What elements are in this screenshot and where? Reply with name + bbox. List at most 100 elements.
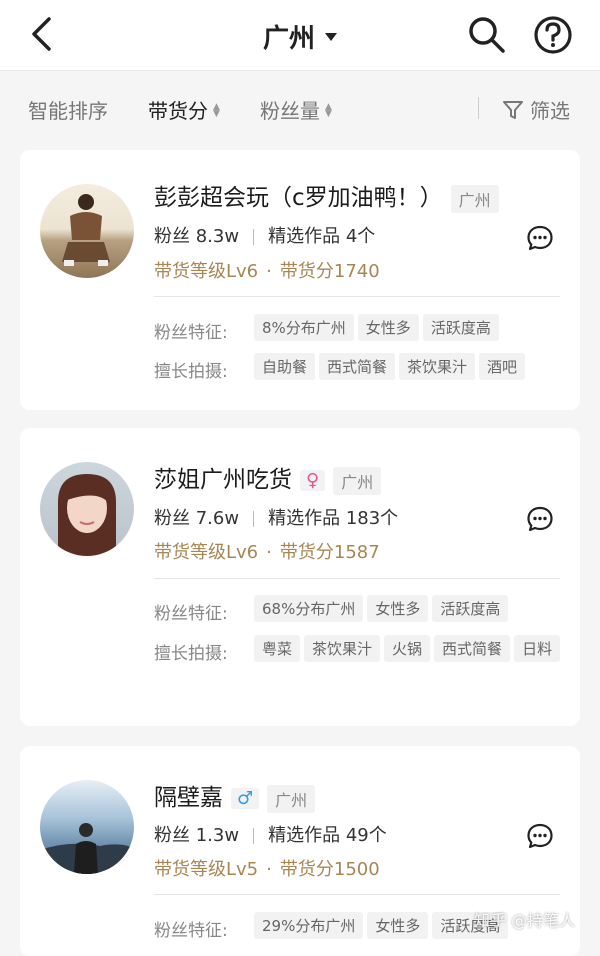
influencer-name: 莎姐广州吃货 [154,467,292,493]
fans-label: 粉丝 [154,825,190,846]
divider [154,578,560,579]
watermark: 知乎 @持笔人 [474,911,576,930]
sales-level-row: 带货等级Lv5 · 带货分1500 [154,855,380,881]
avatar[interactable] [40,780,134,874]
skill-tags: 粤菜 茶饮果汁 火锅 西式简餐 日料 [254,635,574,670]
influencer-name-row: 彭彭超会玩（c罗加油鸭！） 广州 [154,178,499,213]
female-icon: ♀ [300,470,326,491]
sort-fans-label: 粉丝量 [260,99,320,123]
skill-tag: 酒吧 [479,353,526,380]
feature-tag: 68%分布广州 [254,595,364,622]
divider [253,828,255,844]
skill-label: 擅长拍摄: [154,644,228,664]
sort-smart-label: 智能排序 [28,99,108,123]
location-tag: 广州 [450,184,499,213]
skill-tag: 火锅 [384,635,431,662]
avatar-image [62,194,110,266]
feature-tag: 8%分布广州 [254,314,354,341]
influencer-name-row: 隔壁嘉 ♂ 广州 [154,778,316,813]
message-button[interactable] [526,505,554,533]
avatar[interactable] [40,184,134,278]
fans-count: 1.3w [195,825,240,846]
filter-label: 筛选 [530,99,570,123]
avatar-image [58,474,116,556]
divider [154,894,560,895]
stats-row: 粉丝 1.3w 精选作品 49个 [154,821,387,847]
skill-tag: 西式简餐 [319,353,396,380]
sort-arrows-icon: ▲ ▼ [213,101,220,119]
influencer-name-row: 莎姐广州吃货 ♀ 广州 [154,460,382,495]
divider [253,229,255,245]
stats-row: 粉丝 8.3w 精选作品 4个 [154,222,375,248]
sales-level: 带货等级Lv5 [154,859,259,880]
chat-bubble-icon [527,506,553,532]
influencer-name: 彭彭超会玩（c罗加油鸭！） [154,185,443,211]
sales-score: 带货分1500 [279,859,380,880]
stats-row: 粉丝 7.6w 精选作品 183个 [154,504,398,530]
works-label: 精选作品 [268,825,341,846]
skill-tag: 茶饮果汁 [304,635,381,662]
sales-level: 带货等级Lv6 [154,261,259,282]
feature-tag: 活跃度高 [432,595,509,622]
fan-feature-label: 粉丝特征: [154,323,228,343]
skill-tag: 粤菜 [254,635,301,662]
dot-separator: · [266,261,272,282]
sales-level: 带货等级Lv6 [154,542,259,563]
fan-feature-label: 粉丝特征: [154,604,228,624]
caret-down-icon [325,32,337,41]
sales-level-row: 带货等级Lv6 · 带货分1587 [154,538,380,564]
works-count: 4个 [345,226,376,247]
location-tag: 广州 [333,466,382,495]
influencer-card[interactable]: 彭彭超会玩（c罗加油鸭！） 广州 粉丝 8.3w 精选作品 4个 带货等级Lv6 · 带… [20,150,580,410]
help-icon [534,16,572,54]
chat-bubble-icon [527,823,553,849]
city-selector[interactable]: 广州 [0,18,600,55]
sort-score[interactable]: 带货分 ▲ ▼ [148,95,220,124]
divider [253,511,255,527]
sort-arrows-icon: ▲ ▼ [325,101,332,119]
dot-separator: · [266,542,272,563]
fan-feature-tags: 68%分布广州 女性多 活跃度高 [254,595,574,630]
sort-smart[interactable]: 智能排序 [28,95,108,124]
works-label: 精选作品 [268,508,341,529]
sort-score-label: 带货分 [148,99,208,123]
fans-label: 粉丝 [154,508,190,529]
feature-tag: 女性多 [367,912,429,939]
sales-level-row: 带货等级Lv6 · 带货分1740 [154,257,380,283]
fans-count: 7.6w [195,508,240,529]
top-bar: 广州 [0,0,600,71]
fan-feature-label: 粉丝特征: [154,921,228,941]
fans-label: 粉丝 [154,226,190,247]
avatar[interactable] [40,462,134,556]
location-tag: 广州 [267,784,316,813]
help-button[interactable] [532,14,574,56]
works-count: 49个 [345,825,387,846]
search-button[interactable] [466,14,508,56]
fans-count: 8.3w [195,226,240,247]
chat-bubble-icon [527,225,553,251]
works-count: 183个 [345,508,399,529]
avatar-image [40,823,134,874]
message-button[interactable] [526,822,554,850]
skill-tag: 自助餐 [254,353,316,380]
skill-tag: 茶饮果汁 [399,353,476,380]
male-icon: ♂ [231,788,260,809]
feature-tag: 活跃度高 [422,314,499,341]
influencer-card[interactable]: 莎姐广州吃货 ♀ 广州 粉丝 7.6w 精选作品 183个 带货等级Lv6 · 带货分15… [20,428,580,726]
skill-label: 擅长拍摄: [154,362,228,382]
skill-tag: 日料 [514,635,561,662]
search-icon [469,17,505,53]
sort-bar: 智能排序 带货分 ▲ ▼ 粉丝量 ▲ ▼ 筛选 [0,71,600,147]
message-button[interactable] [526,224,554,252]
sales-score: 带货分1587 [279,542,380,563]
filter-button[interactable]: 筛选 [502,95,570,124]
filter-icon [503,100,523,119]
sort-fans[interactable]: 粉丝量 ▲ ▼ [260,95,332,124]
skill-tag: 西式简餐 [434,635,511,662]
feature-tag: 女性多 [357,314,419,341]
divider [478,97,479,119]
sales-score: 带货分1740 [279,261,380,282]
works-label: 精选作品 [268,226,341,247]
dot-separator: · [266,859,272,880]
skill-tags: 自助餐 西式简餐 茶饮果汁 酒吧 [254,353,574,388]
